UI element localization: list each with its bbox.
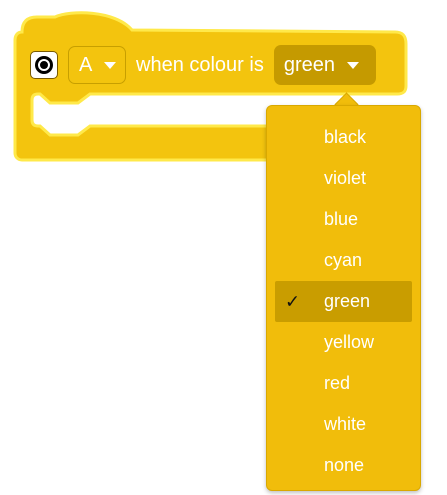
menu-item-green[interactable]: ✓ green — [275, 281, 412, 322]
colour-dropdown[interactable]: green — [273, 45, 376, 85]
menu-item-label: white — [324, 414, 367, 434]
menu-item-label: green — [324, 291, 371, 311]
port-value: A — [79, 53, 93, 76]
menu-item-label: blue — [324, 209, 359, 229]
hat-block-row: A when colour is green — [30, 44, 376, 86]
menu-item-label: black — [324, 127, 367, 147]
sensor-ring — [35, 56, 53, 74]
menu-item-black[interactable]: black — [275, 117, 412, 158]
chevron-down-icon — [347, 61, 359, 69]
colour-menu-list: black violet blue cyan ✓ green yellow re… — [267, 117, 420, 486]
sensor-core — [38, 59, 50, 71]
menu-item-none[interactable]: none — [275, 445, 412, 486]
menu-item-label: red — [324, 373, 351, 393]
colour-menu: black violet blue cyan ✓ green yellow re… — [266, 105, 421, 491]
menu-item-label: yellow — [324, 332, 375, 352]
workspace: A when colour is green black violet blue… — [0, 0, 447, 495]
colour-value: green — [283, 53, 335, 76]
color-sensor-icon — [30, 51, 58, 79]
menu-item-red[interactable]: red — [275, 363, 412, 404]
menu-item-violet[interactable]: violet — [275, 158, 412, 199]
menu-item-yellow[interactable]: yellow — [275, 322, 412, 363]
menu-item-white[interactable]: white — [275, 404, 412, 445]
chevron-down-icon — [104, 61, 117, 69]
when-colour-label: when colour is — [136, 53, 264, 76]
menu-item-label: none — [324, 455, 365, 475]
menu-item-cyan[interactable]: cyan — [275, 240, 412, 281]
menu-item-label: violet — [324, 168, 367, 188]
port-dropdown[interactable]: A — [68, 46, 126, 84]
menu-item-blue[interactable]: blue — [275, 199, 412, 240]
menu-item-label: cyan — [324, 250, 363, 270]
check-icon: ✓ — [285, 291, 301, 312]
